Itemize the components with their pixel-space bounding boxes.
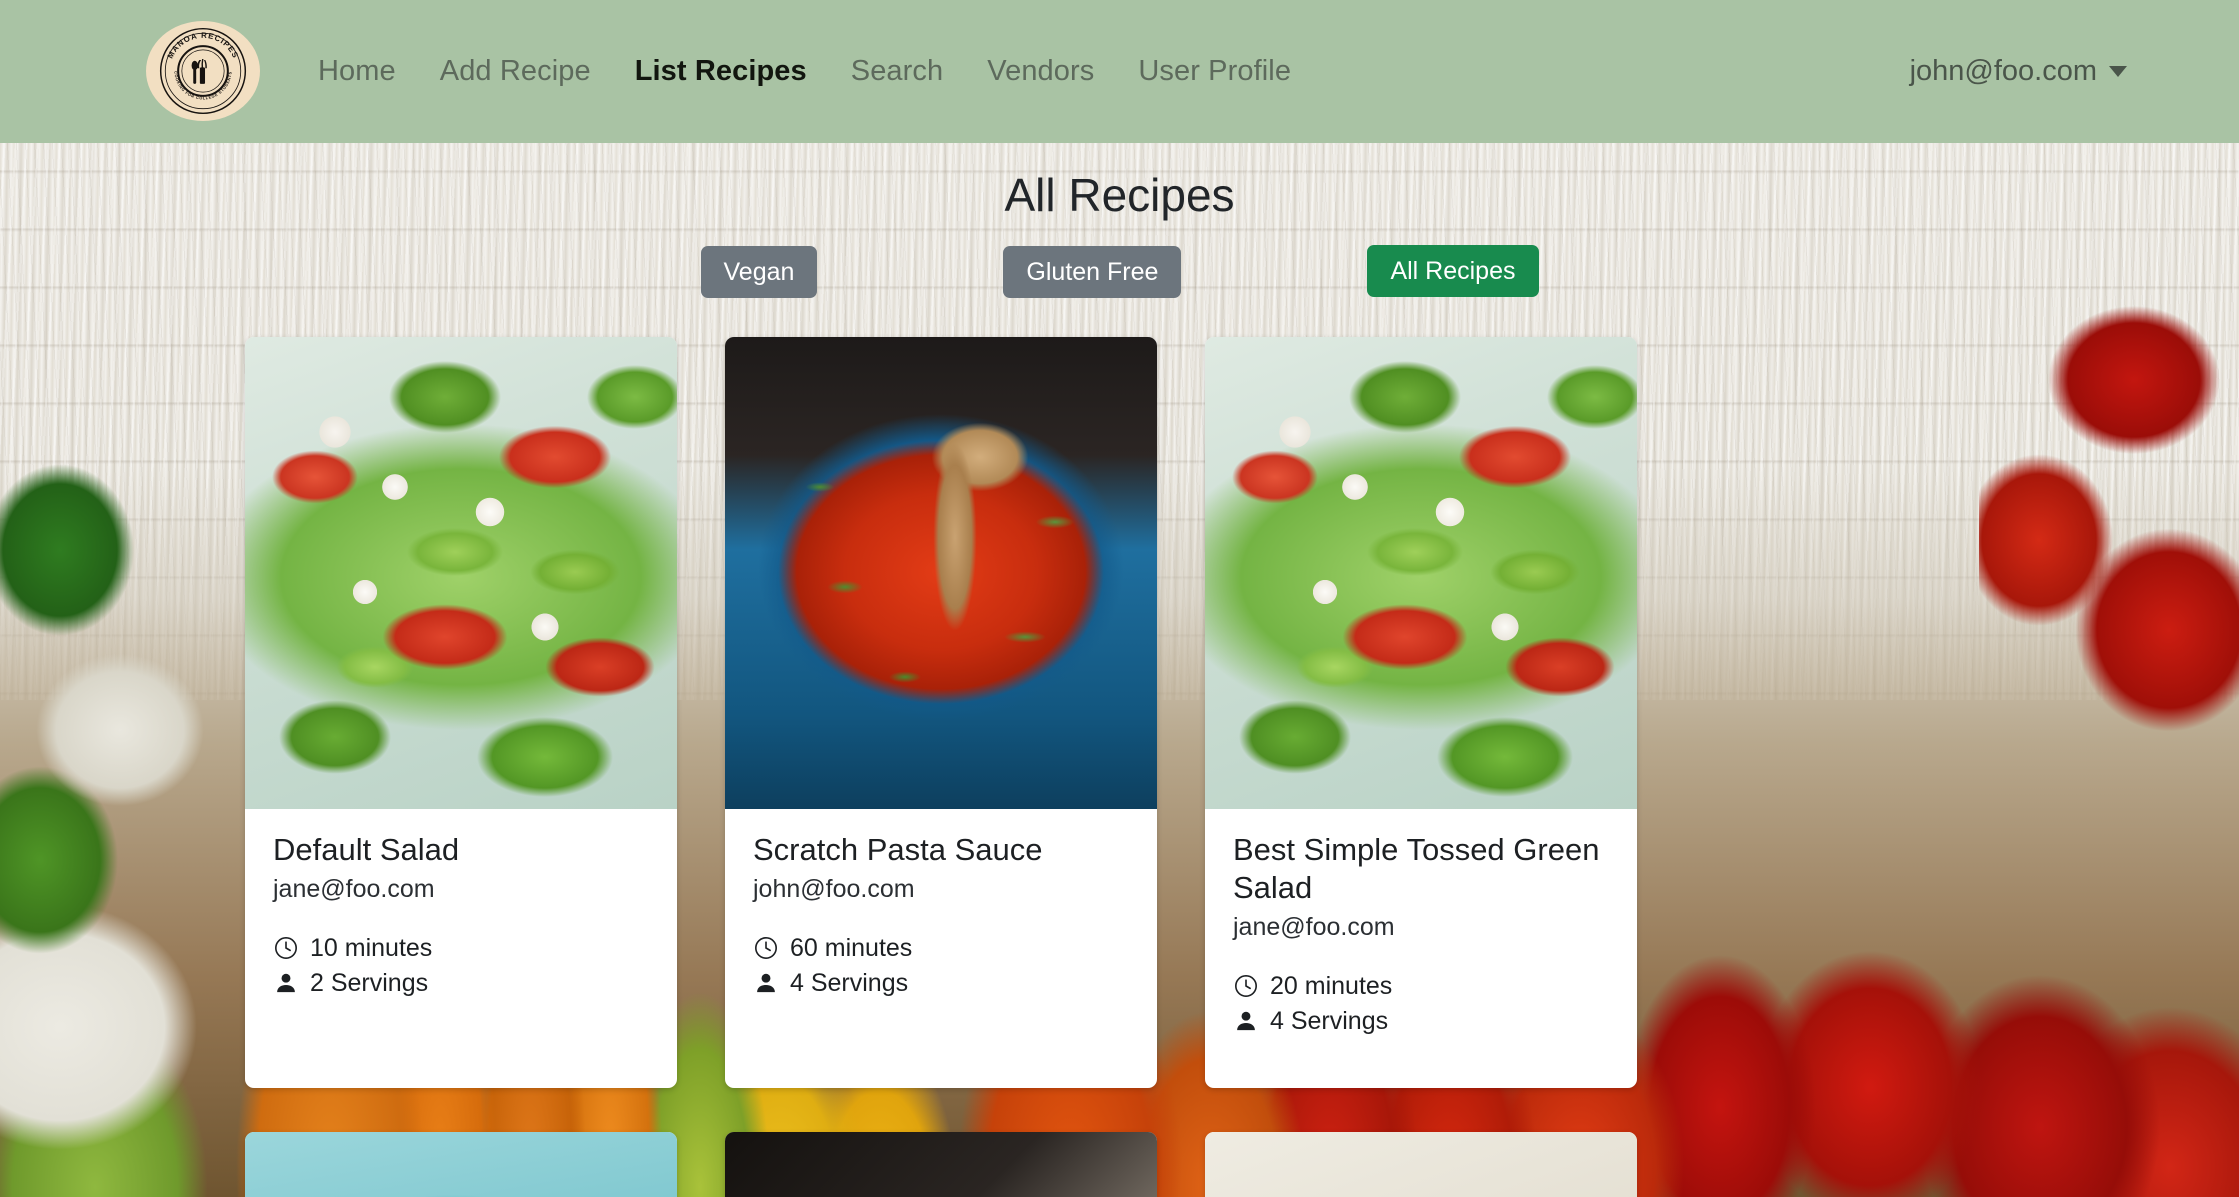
recipe-image bbox=[725, 1131, 1157, 1197]
caret-down-icon bbox=[2109, 66, 2127, 77]
person-icon bbox=[1237, 1011, 1255, 1031]
recipe-card-grid: Default Salad jane@foo.com 10 minutes 2 … bbox=[245, 337, 1997, 1197]
recipe-card[interactable] bbox=[1205, 1131, 1637, 1197]
vegetable-background-left bbox=[0, 430, 230, 990]
user-email-label: john@foo.com bbox=[1909, 55, 2097, 87]
vegetable-background-right bbox=[1979, 300, 2239, 900]
filter-button-group: Vegan Gluten Free All Recipes bbox=[0, 245, 2239, 298]
nav-link-search[interactable]: Search bbox=[829, 55, 966, 88]
recipe-card[interactable]: Default Salad jane@foo.com 10 minutes 2 … bbox=[245, 337, 677, 1088]
recipe-card-body: Best Simple Tossed Green Salad jane@foo.… bbox=[1205, 809, 1637, 1088]
recipe-image bbox=[245, 337, 677, 809]
recipe-image bbox=[245, 1131, 677, 1197]
nav-link-add-recipe[interactable]: Add Recipe bbox=[418, 55, 613, 88]
recipe-image bbox=[1205, 1131, 1637, 1197]
filter-button-vegan[interactable]: Vegan bbox=[700, 246, 818, 298]
recipe-image bbox=[725, 337, 1157, 809]
nav-link-home[interactable]: Home bbox=[296, 55, 418, 88]
nav-link-list-recipes[interactable]: List Recipes bbox=[613, 55, 829, 88]
user-menu-dropdown[interactable]: john@foo.com bbox=[1910, 0, 2127, 143]
recipe-time-label: 60 minutes bbox=[790, 933, 913, 962]
recipe-card-body: Default Salad jane@foo.com 10 minutes 2 … bbox=[245, 809, 677, 1050]
recipe-time-row: 20 minutes bbox=[1233, 972, 1609, 1001]
filter-button-all-recipes[interactable]: All Recipes bbox=[1367, 245, 1539, 297]
recipe-title: Default Salad bbox=[273, 832, 460, 867]
top-navbar: MANOA RECIPES COOKING FOR COLLEGE STUDEN… bbox=[0, 0, 2239, 143]
clock-icon bbox=[275, 937, 297, 960]
recipe-time-label: 10 minutes bbox=[310, 933, 433, 962]
recipe-servings-row: 4 Servings bbox=[1233, 1007, 1609, 1036]
recipe-card-body: Scratch Pasta Sauce john@foo.com 60 minu… bbox=[725, 809, 1157, 1050]
recipe-card[interactable] bbox=[725, 1131, 1157, 1197]
recipe-card[interactable] bbox=[245, 1131, 677, 1197]
person-icon bbox=[277, 974, 295, 993]
clock-icon bbox=[755, 937, 777, 960]
manoa-recipes-badge-icon: MANOA RECIPES COOKING FOR COLLEGE STUDEN… bbox=[159, 27, 247, 115]
recipe-time-label: 20 minutes bbox=[1270, 971, 1393, 1000]
page-root: MANOA RECIPES COOKING FOR COLLEGE STUDEN… bbox=[0, 0, 2239, 1197]
recipe-time-row: 60 minutes bbox=[753, 934, 1129, 963]
person-icon bbox=[757, 974, 775, 993]
recipe-servings-label: 4 Servings bbox=[790, 968, 909, 997]
recipe-card[interactable]: Best Simple Tossed Green Salad jane@foo.… bbox=[1205, 337, 1637, 1088]
nav-link-vendors[interactable]: Vendors bbox=[965, 55, 1116, 88]
nav-link-user-profile[interactable]: User Profile bbox=[1116, 55, 1313, 88]
recipe-time-row: 10 minutes bbox=[273, 934, 649, 963]
recipe-servings-row: 2 Servings bbox=[273, 969, 649, 998]
recipe-title: Scratch Pasta Sauce bbox=[753, 832, 1043, 867]
recipe-card[interactable]: Scratch Pasta Sauce john@foo.com 60 minu… bbox=[725, 337, 1157, 1088]
recipe-owner: jane@foo.com bbox=[273, 874, 435, 903]
filter-button-gluten-free[interactable]: Gluten Free bbox=[1003, 246, 1182, 298]
recipe-servings-label: 4 Servings bbox=[1270, 1006, 1389, 1035]
nav-links: Home Add Recipe List Recipes Search Vend… bbox=[296, 0, 1313, 143]
brand-logo-icon[interactable]: MANOA RECIPES COOKING FOR COLLEGE STUDEN… bbox=[146, 21, 260, 121]
recipe-title: Best Simple Tossed Green Salad bbox=[1233, 832, 1600, 905]
page-title: All Recipes bbox=[1004, 169, 1235, 221]
recipe-image bbox=[1205, 337, 1637, 809]
clock-icon bbox=[1235, 975, 1257, 998]
recipe-servings-label: 2 Servings bbox=[310, 968, 429, 997]
recipe-servings-row: 4 Servings bbox=[753, 969, 1129, 998]
recipe-owner: jane@foo.com bbox=[1233, 912, 1395, 941]
recipe-owner: john@foo.com bbox=[753, 874, 915, 903]
